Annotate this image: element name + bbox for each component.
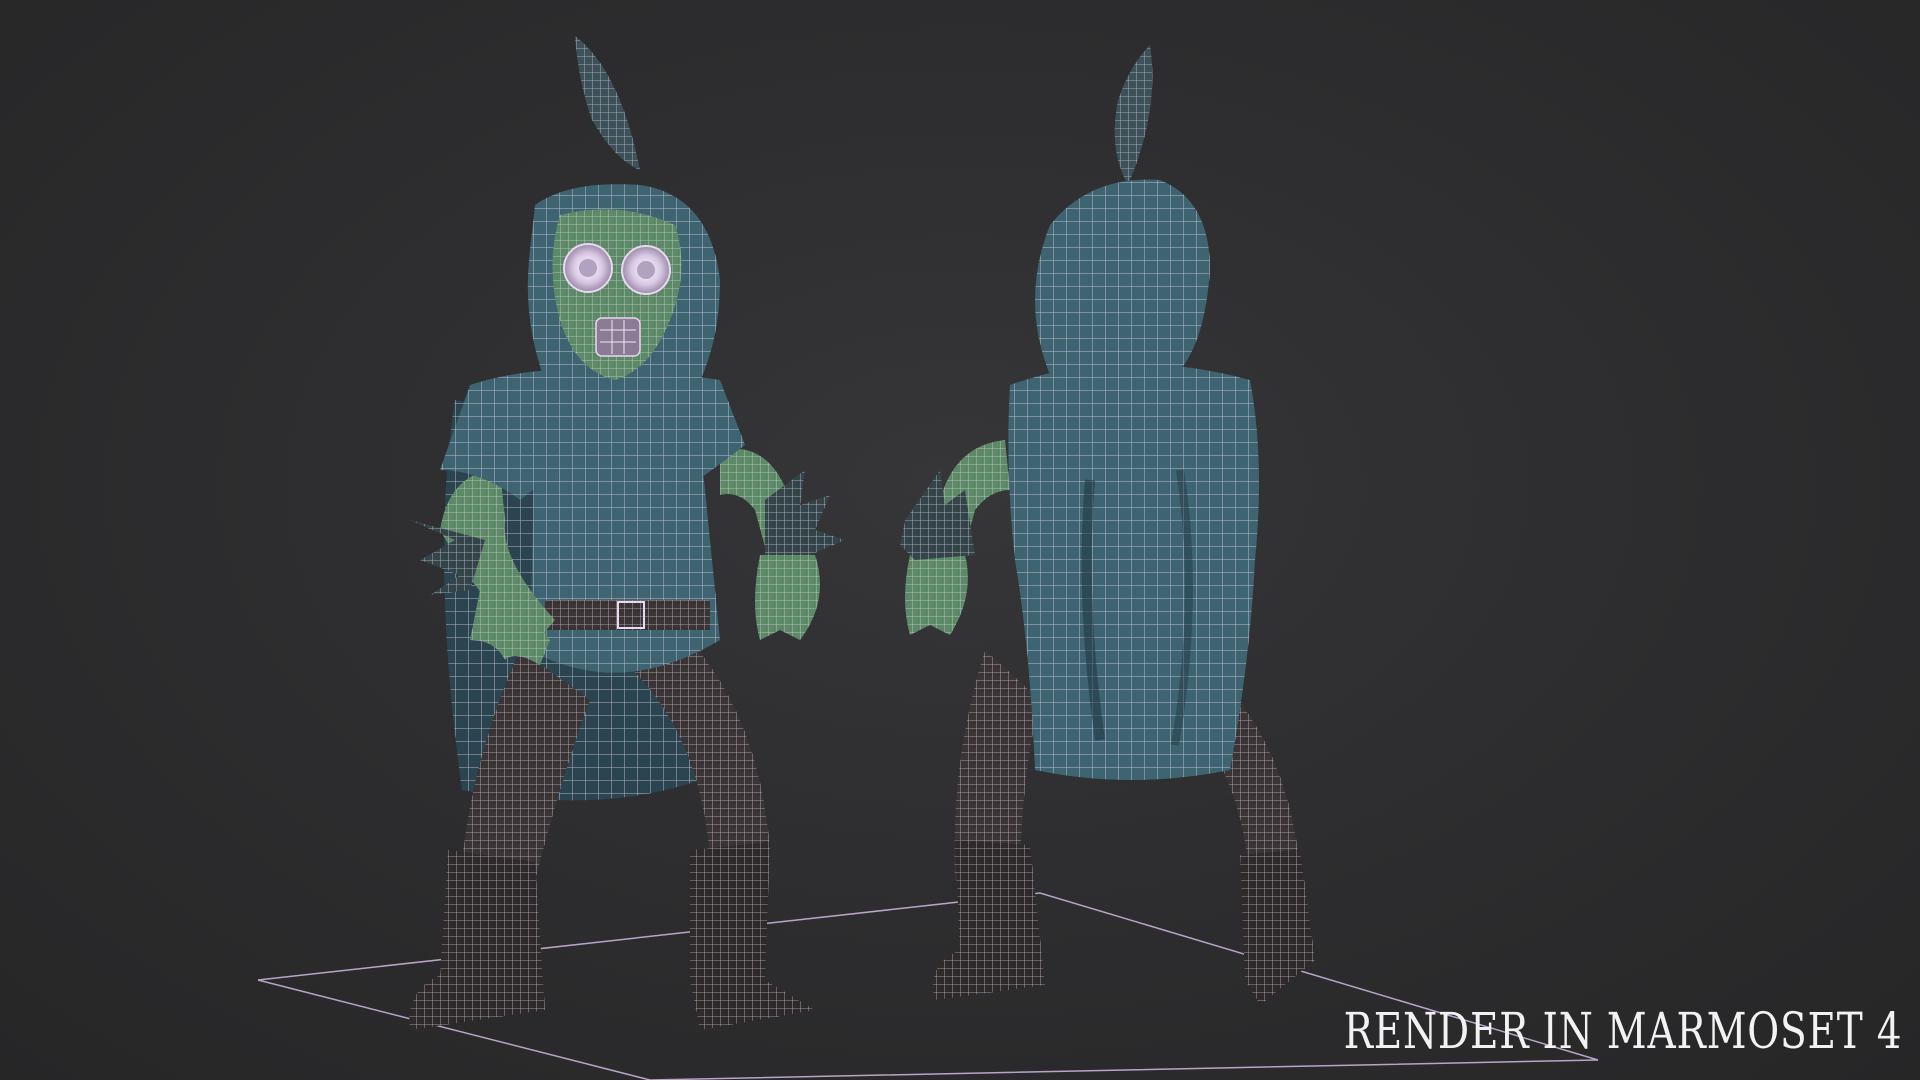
back-character — [900, 45, 1315, 1005]
wireframe-scene — [257, 36, 1599, 1080]
render-viewport: RENDER IN MARMOSET 4 — [0, 0, 1920, 1080]
render-caption: RENDER IN MARMOSET 4 — [1343, 1002, 1902, 1060]
front-character — [409, 36, 845, 1030]
